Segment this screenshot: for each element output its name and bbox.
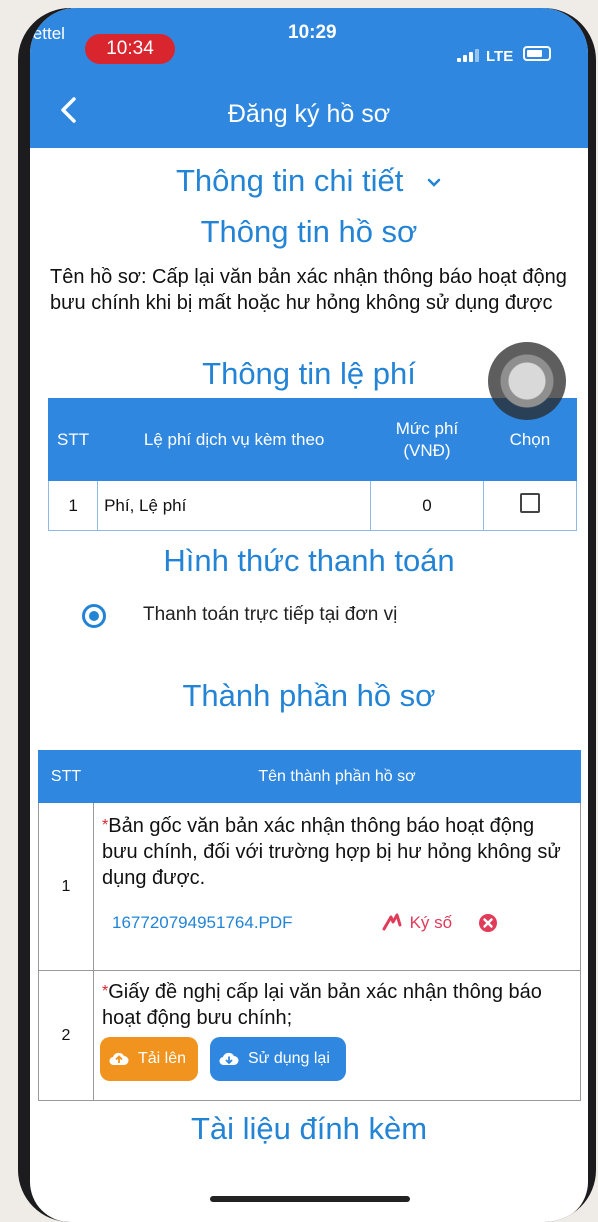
components-table: STT Tên thành phần hồ sơ 1 *Bản gốc văn … [38,750,581,1101]
cloud-upload-icon [109,1052,129,1066]
upload-label: Tải lên [138,1050,187,1067]
component-name: Bản gốc văn bản xác nhận thông báo hoạt … [102,815,561,889]
chevron-down-icon [427,178,441,187]
delete-icon[interactable] [478,913,498,933]
components-header-stt: STT [38,750,94,803]
reuse-label: Sử dụng lại [248,1050,330,1067]
table-row: 1 *Bản gốc văn bản xác nhận thông báo ho… [38,802,581,971]
attachments-heading: Tài liệu đính kèm [190,1111,428,1146]
components-heading: Thành phần hồ sơ [182,678,436,713]
assistive-touch-button[interactable] [488,342,566,420]
carrier-label: Viettel [30,24,65,43]
battery-icon [523,46,551,61]
page-title: Đăng ký hồ sơ [227,100,391,128]
fee-row-stt: 1 [47,480,99,531]
call-timer-pill[interactable]: 10:34 [85,34,175,64]
fee-header-stt: STT [47,398,99,481]
reuse-button[interactable]: Sử dụng lại [210,1037,346,1081]
fee-table: STT Lệ phí dịch vụ kèm theo Mức phí (VNĐ… [47,398,578,531]
phone-frame: Viettel 10:34 10:29 LTE Đăng ký hồ sơ [18,8,596,1222]
file-row: 167720794951764.PDF Ký số [102,911,568,935]
cloud-download-icon [219,1052,239,1066]
component-title: *Bản gốc văn bản xác nhận thông báo hoạt… [102,813,568,891]
table-row: 2 *Giấy đề nghị cấp lại văn bản xác nhận… [38,970,581,1101]
payment-heading: Hình thức thanh toán [163,543,455,578]
component-stt: 2 [38,970,94,1101]
sign-button[interactable]: Ký số [382,911,452,934]
component-stt: 1 [38,802,94,971]
fee-row-amount: 0 [370,480,484,531]
call-timer: 10:34 [106,38,154,59]
component-cell: *Giấy đề nghị cấp lại văn bản xác nhận t… [93,970,581,1101]
sign-label: Ký số [409,913,453,932]
clock: 10:29 [288,22,337,43]
component-name: Giấy đề nghị cấp lại văn bản xác nhận th… [102,981,542,1029]
fee-header-amount: Mức phí (VNĐ) [370,398,484,481]
status-bar: Viettel 10:34 10:29 LTE [30,18,588,65]
payment-radio[interactable] [82,604,106,628]
upload-button[interactable]: Tải lên [100,1037,198,1081]
components-table-header: STT Tên thành phần hồ sơ [38,750,581,803]
signature-icon [382,913,402,931]
components-header-name: Tên thành phần hồ sơ [93,750,581,803]
fee-table-header: STT Lệ phí dịch vụ kèm theo Mức phí (VNĐ… [47,398,578,481]
file-link[interactable]: 167720794951764.PDF [112,913,293,932]
profile-name: Tên hồ sơ: Cấp lại văn bản xác nhận thôn… [50,266,567,314]
component-title: *Giấy đề nghị cấp lại văn bản xác nhận t… [102,979,568,1031]
home-indicator [210,1196,410,1202]
signal-icon [457,48,479,62]
upload-actions: Tải lên Sử dụng lại [100,1037,568,1087]
fee-select-cell [482,480,578,531]
table-row: 1 Phí, Lệ phí 0 [47,480,578,531]
payment-option-label[interactable]: Thanh toán trực tiếp tại đơn vị [143,604,397,626]
details-toggle[interactable]: Thông tin chi tiết [30,163,588,199]
app-screen: Viettel 10:34 10:29 LTE Đăng ký hồ sơ [30,8,588,1222]
fee-select-checkbox[interactable] [519,493,540,513]
profile-heading: Thông tin hồ sơ [200,214,418,249]
app-header: Viettel 10:34 10:29 LTE Đăng ký hồ sơ [30,8,588,148]
fee-row-name: Phí, Lệ phí [97,480,372,531]
fee-header-name: Lệ phí dịch vụ kèm theo [97,398,372,481]
details-heading: Thông tin chi tiết [175,163,404,198]
component-cell: *Bản gốc văn bản xác nhận thông báo hoạt… [93,802,581,971]
network-type: LTE [486,48,514,65]
